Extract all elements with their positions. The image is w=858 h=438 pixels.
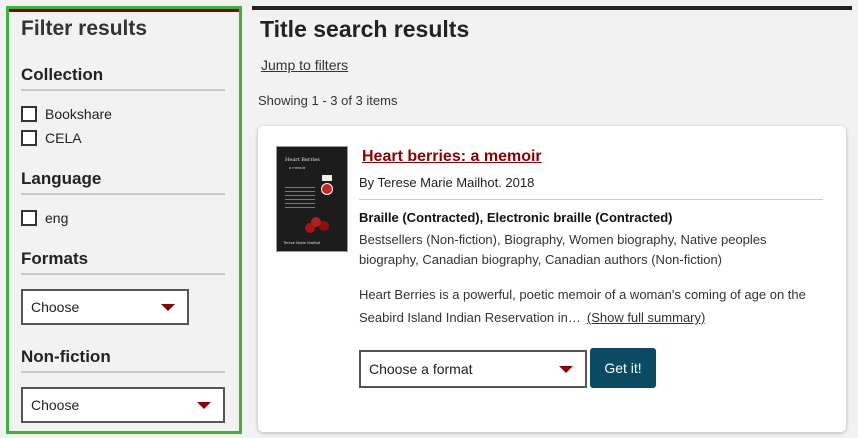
page-title: Title search results	[260, 16, 470, 42]
nonfiction-select-value: Choose	[31, 397, 80, 413]
cover-berries-art	[311, 217, 321, 227]
result-card: Heart Berries a memoir Terese Marie Mail…	[258, 126, 846, 432]
formats-select[interactable]: Choose	[21, 289, 189, 325]
book-subjects: Bestsellers (Non-fiction), Biography, Wo…	[359, 232, 767, 267]
book-byline: By Terese Marie Mailhot. 2018	[359, 175, 535, 190]
filter-title: Filter results	[21, 17, 148, 40]
cela-label: CELA	[45, 130, 82, 146]
formats-select-value: Choose	[31, 299, 80, 315]
main-accent-line	[252, 6, 852, 10]
chevron-down-icon	[197, 402, 211, 409]
choose-format-value: Choose a format	[369, 361, 473, 377]
language-option-eng[interactable]: eng	[21, 210, 68, 226]
cover-title-text: Heart Berries	[285, 157, 320, 163]
formats-heading: Formats	[21, 249, 89, 268]
jump-to-filters-link[interactable]: Jump to filters	[261, 57, 348, 73]
cover-blurb-lines	[285, 187, 315, 211]
collection-option-cela[interactable]: CELA	[21, 130, 82, 146]
collection-heading: Collection	[21, 65, 104, 84]
language-heading: Language	[21, 169, 102, 188]
sidebar-accent-line	[9, 9, 239, 12]
cover-subtitle-text: a memoir	[289, 165, 306, 170]
nonfiction-select[interactable]: Choose	[21, 387, 225, 423]
show-full-summary-link[interactable]: (Show full summary)	[587, 310, 705, 325]
eng-label: eng	[45, 210, 69, 226]
card-divider	[359, 199, 823, 200]
cover-award-label	[322, 175, 332, 181]
collection-divider	[21, 89, 225, 91]
bookshare-label: Bookshare	[45, 106, 112, 122]
nonfiction-heading: Non-fiction	[21, 347, 111, 366]
formats-divider	[21, 273, 225, 275]
chevron-down-icon	[559, 366, 573, 373]
eng-checkbox[interactable]	[21, 210, 37, 226]
book-formats: Braille (Contracted), Electronic braille…	[359, 210, 673, 225]
choose-format-select[interactable]: Choose a format	[359, 350, 587, 388]
cela-checkbox[interactable]	[21, 130, 37, 146]
book-title-link[interactable]: Heart berries: a memoir	[362, 148, 542, 166]
collection-option-bookshare[interactable]: Bookshare	[21, 106, 112, 122]
cover-author-text: Terese Marie Mailhot	[283, 240, 321, 245]
bookshare-checkbox[interactable]	[21, 106, 37, 122]
results-count: Showing 1 - 3 of 3 items	[258, 93, 398, 108]
get-it-button[interactable]: Get it!	[590, 348, 656, 388]
book-summary: Heart Berries is a powerful, poetic memo…	[359, 283, 829, 329]
filter-sidebar: Filter results Collection Bookshare CELA…	[6, 6, 242, 434]
nonfiction-divider	[21, 371, 225, 373]
book-cover-image[interactable]: Heart Berries a memoir Terese Marie Mail…	[276, 146, 348, 252]
book-summary-text: Heart Berries is a powerful, poetic memo…	[359, 287, 806, 325]
chevron-down-icon	[161, 304, 175, 311]
language-divider	[21, 193, 225, 195]
cover-award-seal	[321, 183, 333, 195]
